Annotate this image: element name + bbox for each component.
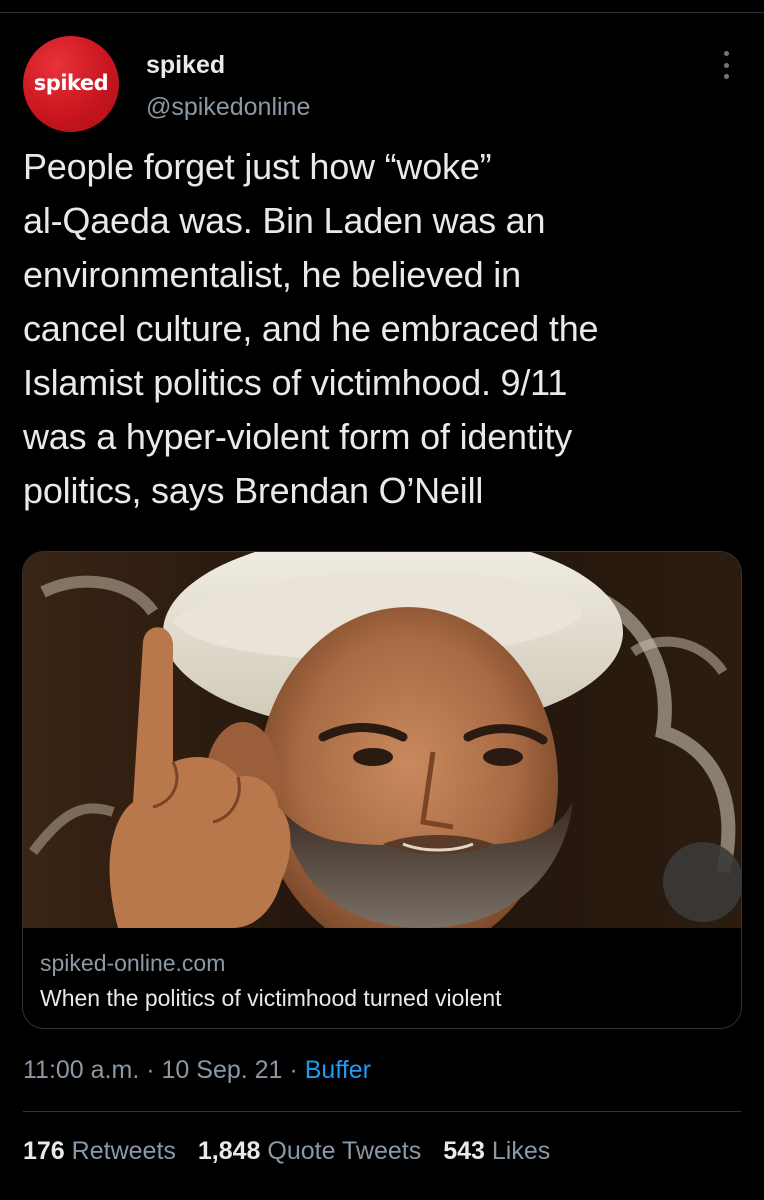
link-card[interactable]: spiked-online.com When the politics of v… <box>22 551 742 1029</box>
tweet-time[interactable]: 11:00 a.m. <box>23 1056 139 1084</box>
quote-tweets-count: 1,848 <box>197 1137 261 1165</box>
meta-separator: · <box>289 1056 298 1084</box>
quote-tweets-label: Quote Tweets <box>267 1137 422 1165</box>
card-domain[interactable]: spiked-online.com <box>40 950 225 977</box>
tweet-source-link[interactable]: Buffer <box>305 1056 371 1084</box>
avatar-logo-text: spiked <box>33 71 109 95</box>
retweets-count: 176 <box>23 1137 65 1165</box>
likes-count: 543 <box>443 1137 485 1165</box>
likes-stat[interactable]: 543 Likes <box>443 1137 550 1165</box>
quote-tweets-stat[interactable]: 1,848 Quote Tweets <box>198 1137 421 1165</box>
tweet-date[interactable]: 10 Sep. 21 <box>162 1056 283 1084</box>
card-title[interactable]: When the politics of victimhood turned v… <box>40 985 502 1012</box>
retweets-stat[interactable]: 176 Retweets <box>23 1137 176 1165</box>
tweet-text: People forget just how “woke” al-Qaeda w… <box>23 146 599 511</box>
likes-label: Likes <box>491 1137 551 1165</box>
top-divider <box>0 12 764 13</box>
tweet-stats: 176 Retweets 1,848 Quote Tweets 543 Likes <box>23 1137 572 1166</box>
meta-separator: · <box>146 1056 155 1084</box>
display-name[interactable]: spiked <box>146 51 225 80</box>
card-photo <box>23 552 741 928</box>
card-image[interactable] <box>23 552 741 928</box>
more-options-icon[interactable] <box>713 48 739 82</box>
avatar[interactable]: spiked <box>23 36 119 132</box>
retweets-label: Retweets <box>71 1137 176 1165</box>
tweet-meta: 11:00 a.m. · 10 Sep. 21 · Buffer <box>23 1056 371 1085</box>
user-handle[interactable]: @spikedonline <box>146 93 310 122</box>
stats-divider <box>23 1111 741 1112</box>
